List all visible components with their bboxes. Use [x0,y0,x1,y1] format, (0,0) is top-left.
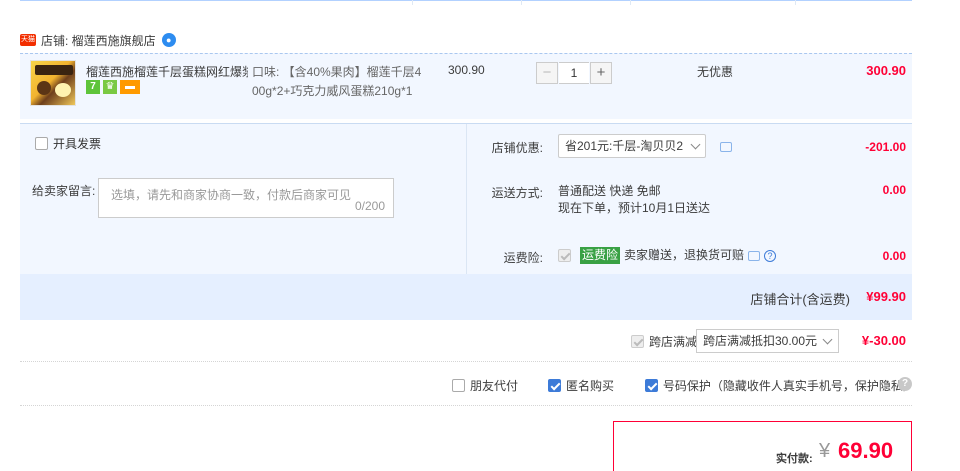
card-icon: ▬ [120,80,140,94]
cart-item-row: 榴莲西施榴莲千层蛋糕网红爆浆... 7 ♛ ▬ 口味: 【含40%果肉】榴莲千层… [20,53,912,119]
number-protect-label: 号码保护（隐藏收件人真实手机号，保护隐私） [662,379,915,393]
sku-line: 00g*2+巧克力威风蛋糕210g*1 [252,84,413,98]
number-protect-checkbox[interactable]: 号码保护（隐藏收件人真实手机号，保护隐私） [645,377,915,394]
anonymous-label: 匿名购买 [566,379,615,393]
cross-store-amount: ¥-30.00 [861,333,906,348]
crown-icon: ♛ [103,80,117,94]
message-placeholder: 选填，请先和商家协商一致，付款后商家可见 [111,188,352,202]
top-divider [20,0,912,5]
shipping-info: 普通配送 快递 免邮 现在下单，预计10月1日送达 [558,183,710,217]
message-char-count: 0/200 [354,199,385,213]
service-badges: 7 ♛ ▬ [86,80,140,94]
shipping-method: 普通配送 快递 免邮 [558,184,661,198]
wangwang-chat-icon[interactable]: ● [161,33,176,47]
col-divider [795,0,796,5]
checkbox-icon[interactable] [452,379,465,392]
delivery-estimate: 现在下单，预计10月1日送达 [558,201,711,215]
seller-message-input[interactable]: 选填，请先和商家协商一致，付款后商家可见 0/200 [98,178,394,218]
shop-header: 天猫 店铺: 榴莲西施旗舰店 ● [20,30,176,50]
increase-button[interactable]: + [590,62,612,84]
shop-total-label: 店铺合计(含运费) [750,292,850,307]
chevron-down-icon [822,334,833,345]
invoice-label: 开具发票 [53,137,102,151]
quantity-input[interactable]: 1 [559,62,589,84]
shipping-amount: 0.00 [882,183,906,197]
decrease-button[interactable]: − [536,62,558,84]
insurance-checkbox [558,249,571,262]
checkbox-checked-icon[interactable] [548,379,561,392]
checkbox-icon [631,335,644,348]
unit-price: 300.90 [448,63,485,77]
product-sku: 口味: 【含40%果肉】榴莲千层4 00g*2+巧克力威风蛋糕210g*1 [252,63,422,101]
checkbox-checked-icon[interactable] [645,379,658,392]
quantity-stepper: − 1 + [536,62,612,84]
shop-discount-label: 店铺优惠: [491,141,543,155]
friend-pay-label: 朋友代付 [470,379,519,393]
insurance-tag: 运费险 [580,247,621,264]
insurance-text: 卖家赠送，退换货可赔 [624,248,745,262]
cross-store-value: 跨店满减抵扣30.00元 [703,334,818,348]
cross-store-select[interactable]: 跨店满减抵扣30.00元 [696,329,839,353]
shop-discount-amount: -201.00 [865,140,906,154]
col-divider [630,0,631,5]
comment-icon[interactable] [748,250,761,261]
seven-day-return-icon: 7 [86,80,100,94]
message-label: 给卖家留言: [32,184,96,198]
cross-store-discount-row: 跨店满减 跨店满减抵扣30.00元 ¥-30.00 [20,320,912,362]
checkout-options-row: 朋友代付 匿名购买 号码保护（隐藏收件人真实手机号，保护隐私） ? [20,362,915,406]
shop-total-bar: 店铺合计(含运费) ¥99.90 [20,274,912,320]
insurance-label: 运费险: [503,251,543,265]
payment-amount: 69.90 [838,438,894,463]
friend-pay-checkbox[interactable]: 朋友代付 [452,377,518,394]
shop-total-value: ¥99.90 [866,289,906,304]
currency-symbol: ¥ [819,440,831,462]
product-title[interactable]: 榴莲西施榴莲千层蛋糕网红爆浆... [86,63,248,80]
col-divider [412,0,413,5]
payment-summary: 实付款: ¥ 69.90 [613,421,912,471]
order-options-panel: 开具发票 给卖家留言: 选填，请先和商家协商一致，付款后商家可见 0/200 店… [20,123,912,320]
question-icon[interactable]: ? [764,249,777,262]
shipping-label: 运送方式: [491,186,543,200]
cross-store-checkbox[interactable]: 跨店满减 [631,333,697,350]
product-thumbnail[interactable] [30,60,76,106]
shop-discount-value: 省201元:千层-淘贝贝2 [565,139,684,153]
invoice-checkbox[interactable]: 开具发票 [35,135,101,152]
left-options: 开具发票 给卖家留言: 选填，请先和商家协商一致，付款后商家可见 0/200 [20,124,466,274]
comment-icon[interactable] [720,142,732,152]
item-discount: 无优惠 [697,65,734,79]
insurance-amount: 0.00 [882,249,906,263]
cross-store-label: 跨店满减 [649,335,698,349]
shop-discount-select[interactable]: 省201元:千层-淘贝贝2 [558,134,706,158]
sku-line: 口味: 【含40%果肉】榴莲千层4 [252,65,422,79]
insurance-info: 运费险 卖家赠送，退换货可赔 ? [558,247,777,264]
tmall-tag-icon: 天猫 [20,34,36,46]
payment-label: 实付款: [776,453,813,465]
anonymous-checkbox[interactable]: 匿名购买 [548,377,614,394]
checkbox-icon[interactable] [35,137,48,150]
shop-name[interactable]: 店铺: 榴莲西施旗舰店 [41,32,156,49]
help-icon[interactable]: ? [898,377,912,391]
col-divider [521,0,522,5]
chevron-down-icon [690,139,701,150]
right-options: 店铺优惠: 省201元:千层-淘贝贝2 -201.00 运送方式: 普通配送 快… [466,124,912,274]
item-subtotal: 300.90 [866,63,906,78]
